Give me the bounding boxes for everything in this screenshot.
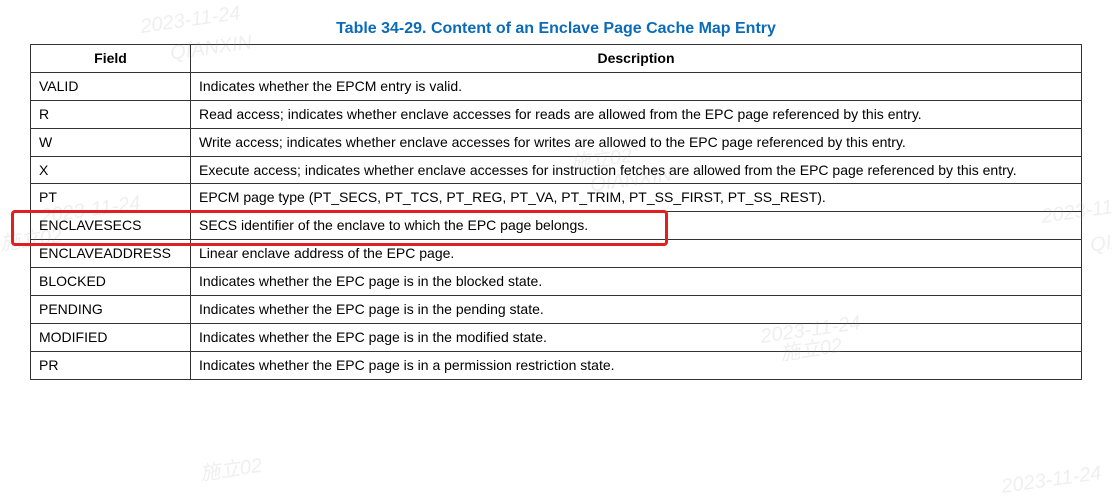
cell-field: PR [31, 351, 191, 379]
cell-desc: Execute access; indicates whether enclav… [191, 156, 1082, 184]
cell-desc: Read access; indicates whether enclave a… [191, 100, 1082, 128]
cell-desc: Indicates whether the EPC page is in the… [191, 323, 1082, 351]
cell-field: VALID [31, 72, 191, 100]
table-row: W Write access; indicates whether enclav… [31, 128, 1082, 156]
cell-desc: Indicates whether the EPC page is in a p… [191, 351, 1082, 379]
cell-field: X [31, 156, 191, 184]
cell-field: W [31, 128, 191, 156]
cell-field: ENCLAVEADDRESS [31, 240, 191, 268]
cell-field: R [31, 100, 191, 128]
table-row: X Execute access; indicates whether encl… [31, 156, 1082, 184]
cell-desc: SECS identifier of the enclave to which … [191, 212, 1082, 240]
col-header-description: Description [191, 45, 1082, 73]
watermark-text: QIANXIN [1089, 224, 1112, 255]
table-row: PT EPCM page type (PT_SECS, PT_TCS, PT_R… [31, 184, 1082, 212]
table-row: ENCLAVEADDRESS Linear enclave address of… [31, 240, 1082, 268]
cell-field: MODIFIED [31, 323, 191, 351]
cell-field: PENDING [31, 296, 191, 324]
table-caption: Table 34-29. Content of an Enclave Page … [30, 20, 1082, 38]
watermark-date: 2023-11-24 [1000, 463, 1103, 497]
table-row: PR Indicates whether the EPC page is in … [31, 351, 1082, 379]
cell-desc: Linear enclave address of the EPC page. [191, 240, 1082, 268]
table-row: MODIFIED Indicates whether the EPC page … [31, 323, 1082, 351]
table-row: ENCLAVESECS SECS identifier of the encla… [31, 212, 1082, 240]
cell-field: PT [31, 184, 191, 212]
cell-desc: Write access; indicates whether enclave … [191, 128, 1082, 156]
table-row: BLOCKED Indicates whether the EPC page i… [31, 268, 1082, 296]
cell-field: BLOCKED [31, 268, 191, 296]
table-row: PENDING Indicates whether the EPC page i… [31, 296, 1082, 324]
cell-desc: Indicates whether the EPC page is in the… [191, 268, 1082, 296]
col-header-field: Field [31, 45, 191, 73]
watermark-text: 施立02 [199, 456, 263, 484]
table-row: VALID Indicates whether the EPCM entry i… [31, 72, 1082, 100]
table-header-row: Field Description [31, 45, 1082, 73]
cell-field: ENCLAVESECS [31, 212, 191, 240]
cell-desc: Indicates whether the EPC page is in the… [191, 296, 1082, 324]
epcm-table: Field Description VALID Indicates whethe… [30, 44, 1082, 380]
table-row: R Read access; indicates whether enclave… [31, 100, 1082, 128]
cell-desc: EPCM page type (PT_SECS, PT_TCS, PT_REG,… [191, 184, 1082, 212]
cell-desc: Indicates whether the EPCM entry is vali… [191, 72, 1082, 100]
